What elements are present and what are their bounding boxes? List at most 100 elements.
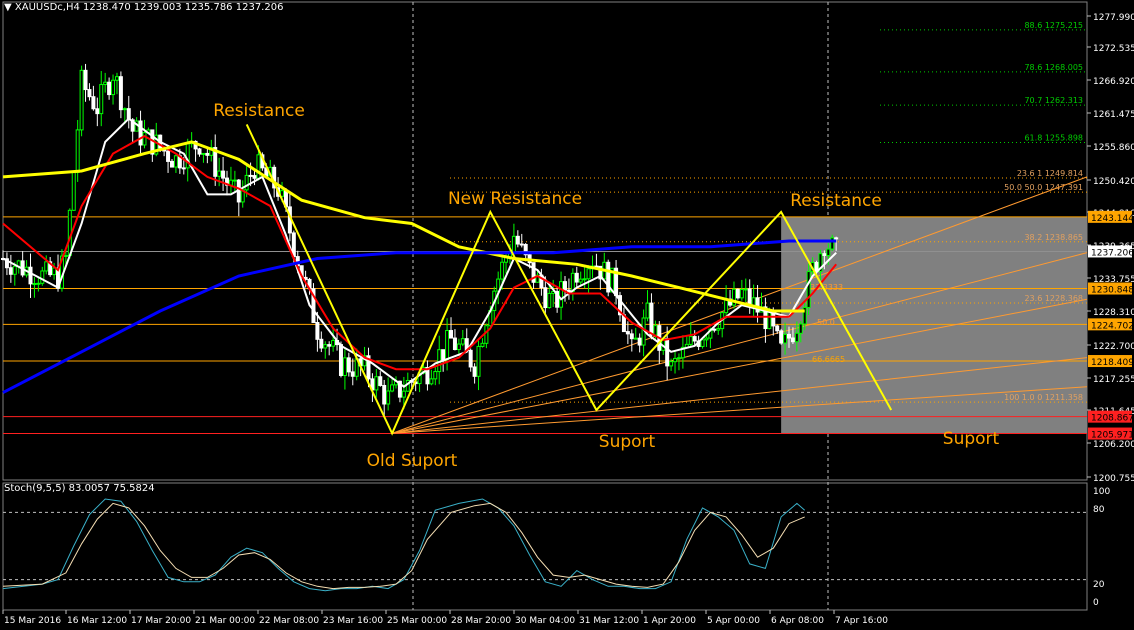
price-label-text: 1237.206 — [1091, 248, 1134, 258]
time-axis-label: 25 Mar 00:00 — [387, 616, 447, 626]
price-label-text: 1243.144 — [1091, 214, 1134, 224]
candle-body — [559, 281, 564, 308]
candle-body — [75, 129, 80, 173]
candle-body — [688, 336, 693, 345]
candle-body — [342, 357, 347, 376]
candle-body — [582, 278, 587, 281]
candle-body — [456, 343, 461, 351]
stoch-axis-label: 20 — [1093, 580, 1105, 590]
candle-body — [390, 384, 395, 392]
candle-body — [790, 337, 795, 343]
time-axis-label: 22 Mar 08:00 — [259, 616, 319, 626]
candle-body — [83, 69, 88, 91]
candle-body — [323, 344, 328, 349]
candle-body — [779, 330, 784, 344]
price-axis-label: 1206.200 — [1093, 440, 1134, 450]
candle-body — [472, 366, 477, 377]
candle-body — [468, 349, 473, 368]
symbol-label: XAUUSDc,H4 — [14, 2, 80, 13]
candle-body — [578, 278, 583, 283]
price-axis-label: 1277.990 — [1093, 13, 1134, 23]
candle-body — [826, 248, 831, 256]
candle-body — [111, 79, 116, 96]
candle-body — [114, 76, 119, 81]
candle-body — [71, 171, 76, 211]
price-axis-label: 1228.310 — [1093, 308, 1134, 318]
stoch-name: Stoch(9,5,5) — [4, 483, 66, 494]
candle-body — [629, 333, 634, 340]
candle-body — [197, 148, 202, 155]
candle-body — [712, 328, 717, 331]
candle-body — [12, 265, 17, 275]
price-axis-label: 1261.475 — [1093, 110, 1134, 120]
candle-body — [118, 76, 123, 111]
candle-body — [739, 288, 744, 299]
stoch-axis-label: 80 — [1093, 505, 1105, 515]
candle-body — [783, 333, 788, 344]
candle-body — [327, 344, 332, 347]
fib-level-label: 50.0 50.0 1247.391 — [1004, 183, 1083, 192]
fan-label: 66.6665 — [812, 355, 845, 364]
candle-body — [382, 384, 387, 405]
candle-body — [637, 337, 642, 346]
candle-body — [700, 339, 705, 347]
fan-label: 50.0 — [817, 318, 835, 327]
menu-arrow-icon[interactable]: ▼ — [4, 2, 12, 13]
price-axis-label: 1200.755 — [1093, 474, 1134, 484]
candle-body — [338, 344, 343, 376]
candle-body — [743, 288, 748, 291]
candle-body — [692, 336, 697, 342]
time-axis-label: 6 Apr 08:00 — [771, 616, 824, 626]
time-axis-label: 28 Mar 20:00 — [451, 616, 511, 626]
time-axis-label: 7 Apr 16:00 — [835, 616, 888, 626]
candle-body — [63, 254, 68, 257]
time-axis-label: 30 Mar 04:00 — [515, 616, 575, 626]
time-axis-label: 31 Mar 12:00 — [579, 616, 639, 626]
candle-body — [724, 298, 729, 314]
candle-body — [87, 89, 92, 98]
candle-body — [669, 361, 674, 367]
candle-body — [221, 170, 226, 179]
ohlc-high: 1239.003 — [133, 2, 182, 13]
candle-body — [676, 357, 681, 360]
price-axis-label: 1266.920 — [1093, 77, 1134, 87]
candle-body — [747, 288, 752, 306]
candle-body — [103, 81, 108, 86]
candle-body — [452, 337, 457, 351]
annotation-label: Old Suport — [367, 451, 458, 471]
candle-body — [586, 268, 591, 280]
ohlc-open: 1238.470 — [83, 2, 131, 13]
candle-body — [169, 160, 174, 168]
candle-body — [181, 167, 186, 170]
candle-body — [653, 325, 658, 336]
candle-body — [751, 297, 756, 306]
stoch-signal-value: 75.5824 — [113, 483, 155, 494]
candle-body — [319, 338, 324, 349]
candle-body — [95, 108, 100, 115]
annotation-label: Suport — [599, 432, 656, 452]
candle-body — [806, 271, 811, 308]
candle-body — [775, 325, 780, 332]
candle-body — [44, 261, 49, 272]
candle-body — [166, 150, 171, 162]
candle-body — [331, 339, 336, 347]
time-axis-label: 21 Mar 00:00 — [195, 616, 255, 626]
candle-body — [52, 267, 57, 276]
candle-body — [547, 292, 552, 309]
annotation-label: Suport — [943, 429, 1000, 449]
fib-level-label: 61.8 1255.898 — [1024, 133, 1083, 142]
fib-level-label: 23.6 1 1249.814 — [1017, 169, 1083, 178]
candle-body — [36, 282, 41, 285]
price-label-text: 1230.848 — [1091, 286, 1134, 296]
candle-body — [449, 330, 454, 339]
candle-body — [122, 108, 127, 111]
candle-body — [665, 338, 670, 367]
candle-body — [645, 302, 650, 319]
candle-body — [91, 96, 96, 110]
chart-canvas[interactable]: 88.6 1275.215 78.6 1268.005 70.7 1262.313 6… — [0, 0, 1134, 630]
candle-body — [673, 357, 678, 363]
candle-body — [346, 357, 351, 373]
fib-level-label: 100 1.0 0 1211.358 — [1004, 393, 1083, 402]
candle-body — [401, 390, 406, 398]
candle-body — [248, 174, 253, 177]
